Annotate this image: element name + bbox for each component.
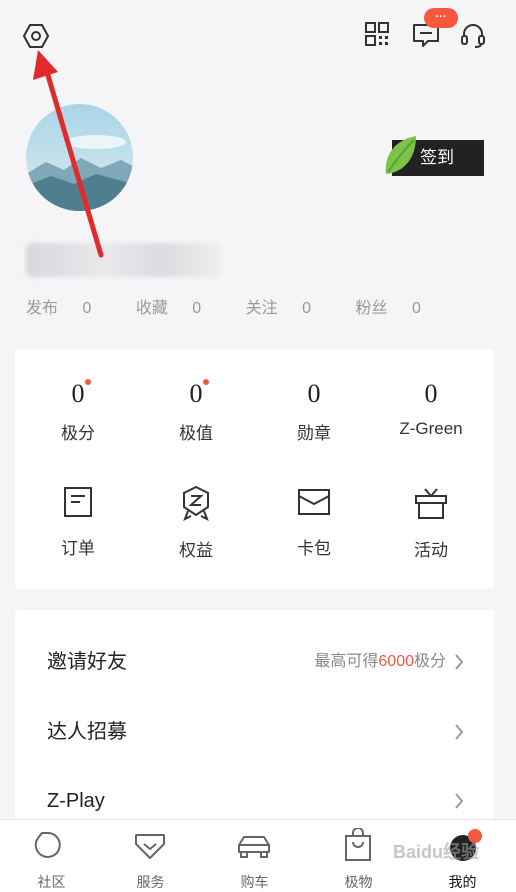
metric-medals[interactable]: 0 勋章 <box>254 379 374 444</box>
tab-community[interactable]: 社区 <box>0 820 103 892</box>
menu-item-invite-friends[interactable]: 邀请好友 最高可得6000极分 <box>15 627 494 697</box>
metric-value-score[interactable]: 0 极值 <box>136 379 256 444</box>
watermark: Baidu经验 <box>393 842 480 862</box>
stat-label: 关注 <box>245 300 278 317</box>
metric-value: 0 <box>189 379 203 408</box>
reward-amount: 6000 <box>378 653 414 670</box>
action-events[interactable]: 活动 <box>371 485 491 561</box>
metric-label: Z-Green <box>399 419 463 438</box>
stat-fans[interactable]: 粉丝 0 <box>355 300 440 317</box>
metric-label: 极值 <box>179 424 213 443</box>
metric-value: 0 <box>71 379 85 408</box>
community-icon <box>34 831 61 858</box>
stat-count: 0 <box>411 300 421 317</box>
invite-reward-text: 最高可得6000极分 <box>314 627 446 697</box>
stat-label: 收藏 <box>135 300 168 317</box>
tab-label: 服务 <box>136 874 165 890</box>
tab-label: 极物 <box>344 874 373 890</box>
chevron-right-icon <box>455 793 464 809</box>
service-icon <box>135 834 165 859</box>
notification-dot <box>203 379 209 385</box>
stat-count: 0 <box>302 300 312 317</box>
stat-favorites[interactable]: 收藏 0 <box>136 300 221 317</box>
notification-dot <box>85 379 91 385</box>
tab-label: 购车 <box>240 874 269 890</box>
stat-count: 0 <box>82 300 92 317</box>
action-card-wallet[interactable]: 卡包 <box>254 485 374 559</box>
card-wallet-icon <box>298 489 330 515</box>
action-label: 订单 <box>61 539 95 558</box>
stat-label: 发布 <box>26 300 59 317</box>
headset-icon[interactable] <box>456 18 490 52</box>
stat-label: 粉丝 <box>355 300 388 317</box>
menu-card: 邀请好友 最高可得6000极分 达人招募 Z-Play <box>15 610 494 825</box>
checkin-label: 签到 <box>420 148 454 167</box>
stat-following[interactable]: 关注 0 <box>246 300 331 317</box>
top-bar: ··· <box>0 0 516 70</box>
chevron-right-icon <box>455 654 464 670</box>
metric-label: 极分 <box>61 424 95 443</box>
checkin-button[interactable]: 签到 <box>385 136 484 176</box>
reward-suffix: 极分 <box>413 653 446 670</box>
profile-stats: 发布 0 收藏 0 关注 0 粉丝 0 <box>26 294 461 318</box>
leaf-icon <box>385 136 416 174</box>
avatar[interactable] <box>26 104 133 211</box>
chevron-right-icon <box>455 724 464 740</box>
username-redacted <box>26 243 222 277</box>
action-benefits[interactable]: 权益 <box>136 485 256 561</box>
menu-item-talent-recruit[interactable]: 达人招募 <box>15 697 494 767</box>
assets-card: 0 极分 0 极值 0 勋章 0 Z-Green 订单 权益 卡包 活动 <box>15 349 494 589</box>
menu-item-title: 达人招募 <box>47 721 127 743</box>
car-icon <box>238 836 270 858</box>
metric-points[interactable]: 0 极分 <box>18 379 138 444</box>
qr-code-icon[interactable] <box>361 18 393 50</box>
tab-label: 我的 <box>448 874 477 890</box>
stat-count: 0 <box>192 300 202 317</box>
tab-service[interactable]: 服务 <box>99 820 202 892</box>
action-label: 权益 <box>179 541 213 560</box>
menu-item-z-play[interactable]: Z-Play <box>15 766 494 826</box>
action-orders[interactable]: 订单 <box>18 485 138 559</box>
tab-label: 社区 <box>37 874 66 890</box>
menu-item-title: 邀请好友 <box>47 651 127 673</box>
order-icon <box>64 487 92 517</box>
benefit-badge-icon <box>183 485 209 522</box>
shopping-bag-icon <box>345 828 371 861</box>
metric-value: 0 <box>307 379 321 408</box>
stat-posts[interactable]: 发布 0 <box>26 300 111 317</box>
settings-icon[interactable] <box>18 18 54 54</box>
metric-value: 0 <box>424 379 438 408</box>
action-label: 活动 <box>414 541 448 560</box>
gift-icon <box>415 488 447 519</box>
tab-buy-car[interactable]: 购车 <box>203 820 306 892</box>
action-label: 卡包 <box>297 539 331 558</box>
reward-prefix: 最高可得 <box>314 653 379 670</box>
metric-z-green[interactable]: 0 Z-Green <box>371 379 491 439</box>
message-badge: ··· <box>424 8 458 28</box>
metric-label: 勋章 <box>297 424 331 443</box>
